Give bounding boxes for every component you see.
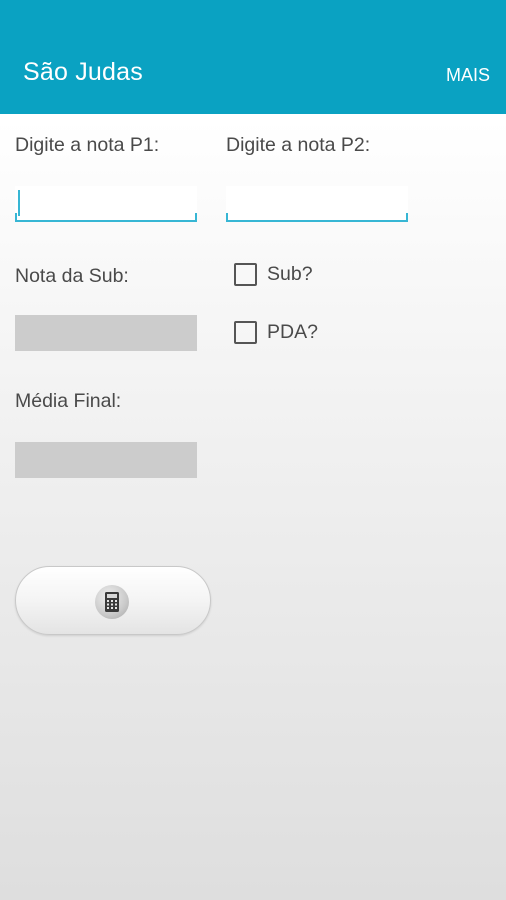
calculate-button[interactable]: [15, 566, 211, 635]
p1-input-field[interactable]: [15, 186, 197, 222]
app-title: São Judas: [23, 58, 143, 86]
sub-grade-field: [15, 315, 197, 351]
calculator-icon: [95, 585, 129, 619]
p2-label: Digite a nota P2:: [226, 134, 371, 156]
final-average-label: Média Final:: [15, 390, 122, 412]
more-menu-button[interactable]: MAIS: [446, 65, 490, 86]
app-bar: São Judas MAIS: [0, 0, 506, 114]
p1-input[interactable]: [15, 186, 197, 220]
text-cursor: [18, 190, 20, 216]
p2-input[interactable]: [226, 186, 408, 220]
final-average-field: [15, 442, 197, 478]
pda-checkbox-row[interactable]: PDA?: [234, 321, 318, 344]
pda-checkbox[interactable]: [234, 321, 257, 344]
sub-checkbox[interactable]: [234, 263, 257, 286]
sub-checkbox-row[interactable]: Sub?: [234, 263, 313, 286]
pda-checkbox-label[interactable]: PDA?: [267, 321, 318, 344]
p1-label: Digite a nota P1:: [15, 134, 160, 156]
sub-grade-label: Nota da Sub:: [15, 265, 129, 287]
sub-checkbox-label[interactable]: Sub?: [267, 263, 313, 286]
p2-input-field[interactable]: [226, 186, 408, 222]
